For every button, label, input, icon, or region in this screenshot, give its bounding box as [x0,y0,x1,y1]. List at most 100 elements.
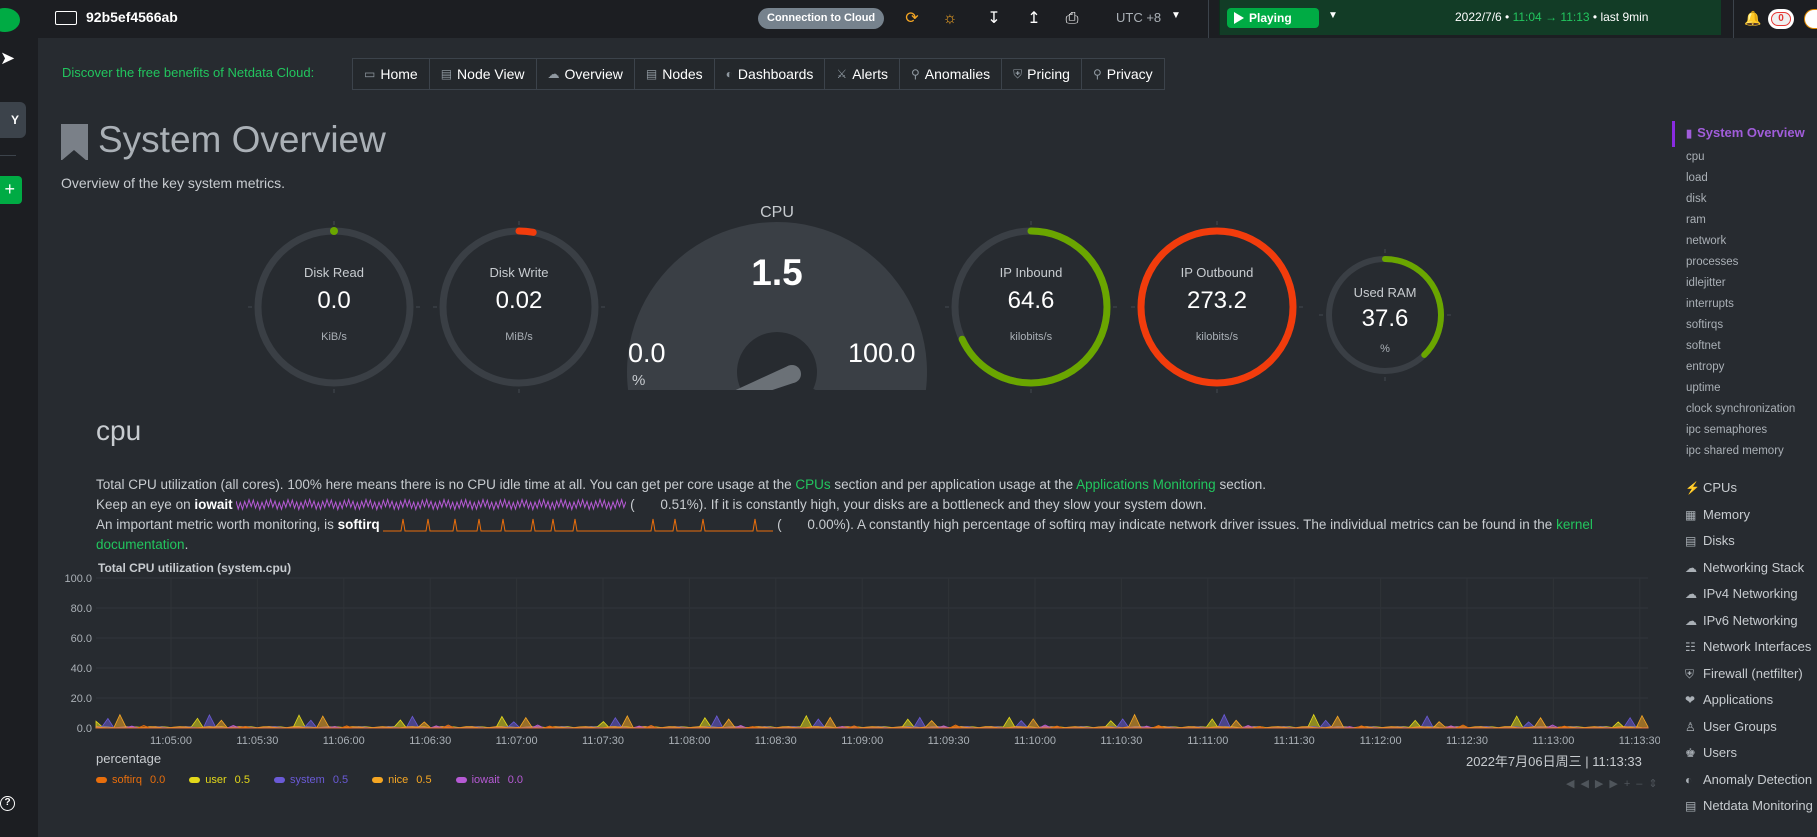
cpu-chart[interactable]: 100.0 80.0 60.0 40.0 20.0 0.0 11:05:00 11:05:3… [60,572,1660,750]
cpus-link[interactable]: CPUs [795,477,830,492]
chevron-down-icon[interactable]: ▼ [1328,10,1338,21]
legend-item-user[interactable]: user 0.5 [189,774,250,786]
dial-label: Used RAM [1353,285,1417,300]
sidebar-section-network-interfaces[interactable]: ☷ Network Interfaces [1685,639,1811,654]
sidebar-section-firewall-netfilter-[interactable]: ⛨ Firewall (netfilter) [1685,666,1803,682]
nav-item-dashboards[interactable]: ◐ Dashboards [715,59,826,89]
sync-icon[interactable]: ⟳ [902,9,922,29]
sidebar-section-label: Firewall (netfilter) [1703,665,1803,681]
download-icon[interactable]: ↧ [984,9,1004,29]
cpu-gauge[interactable]: CPU 1.5 0.0 100.0 % [612,200,932,390]
sidebar-section-ipv4-networking[interactable]: ☁ IPv4 Networking [1685,586,1798,601]
chevron-down-icon[interactable]: ▼ [1171,10,1181,21]
sidebar-section-label: Network Interfaces [1703,639,1812,654]
notification-badge[interactable]: 0 [1768,9,1794,29]
dial-ip-inbound[interactable]: IP Inbound 64.6 kilobits/s [945,221,1117,393]
sidebar-section-memory[interactable]: ▦ Memory [1685,507,1750,522]
expand-arrow-icon[interactable]: ➤ [0,48,15,68]
sidebar-section-netdata-monitoring[interactable]: ▤ Netdata Monitoring [1685,798,1813,813]
connection-to-cloud-button[interactable]: Connection to Cloud [758,8,885,29]
play-button[interactable]: Playing [1227,8,1319,28]
sidebar-item-ipc-shared-memory[interactable]: ipc shared memory [1686,445,1784,457]
sidebar-title[interactable]: ▮ System Overview [1686,125,1805,140]
nav-item-privacy[interactable]: ⚲ Privacy [1082,59,1164,89]
notification-count: 0 [1771,12,1791,26]
sidebar-section-networking-stack[interactable]: ☁ Networking Stack [1685,560,1804,575]
nav-item-pricing[interactable]: ⛨ Pricing [1002,59,1082,89]
dial-ip-outbound[interactable]: IP Outbound 273.2 kilobits/s [1131,221,1303,393]
sidebar-item-softnet[interactable]: softnet [1686,340,1721,352]
softirq-sparkline[interactable] [383,517,774,533]
dial-unit: KiB/s [321,331,347,343]
legend-item-nice[interactable]: nice 0.5 [372,774,432,786]
sidebar-section-applications[interactable]: ❤ Applications [1685,692,1773,707]
dial-used-ram[interactable]: Used RAM 37.6% [1319,249,1451,381]
alert-badge[interactable] [1804,9,1817,29]
applications-monitoring-link[interactable]: Applications Monitoring [1076,477,1216,492]
iowait-sparkline[interactable] [236,498,627,512]
kernel-link[interactable]: kernel [1556,517,1593,532]
range-suffix: • last 9min [1592,10,1649,24]
sidebar-item-interrupts[interactable]: interrupts [1686,298,1734,310]
sidebar-item-processes[interactable]: processes [1686,256,1738,268]
sidebar-item-uptime[interactable]: uptime [1686,382,1721,394]
legend-item-system[interactable]: system 0.5 [273,774,348,786]
bell-icon[interactable]: 🔔 [1744,10,1761,27]
legend-item-softirq[interactable]: softirq 0.0 [96,774,165,786]
sidebar-section-disks[interactable]: ▤ Disks [1685,533,1735,548]
legend-swatch [455,777,467,783]
help-icon[interactable]: ? [0,796,15,811]
lightbulb-icon[interactable]: ☼ [940,9,960,29]
nav-item-node-view[interactable]: ▤ Node View [430,59,537,89]
sidebar-section-anomaly-detection[interactable]: ◐ Anomaly Detection [1685,772,1812,787]
add-space-button[interactable]: + [0,176,22,204]
legend-item-iowait[interactable]: iowait 0.0 [455,774,524,786]
sidebar-item-clock-synchronization[interactable]: clock synchronization [1686,403,1795,415]
nav-item-anomalies[interactable]: ⚲ Anomalies [900,59,1003,89]
sidebar-section-user-groups[interactable]: ♙ User Groups [1685,719,1777,734]
sidebar-item-idlejitter[interactable]: idlejitter [1686,277,1726,289]
sidebar-item-ram[interactable]: ram [1686,214,1706,226]
nav-item-alerts[interactable]: ⚔ Alerts [825,59,900,89]
sidebar-item-entropy[interactable]: entropy [1686,361,1724,373]
nav-item-label: Dashboards [737,66,814,82]
upload-icon[interactable]: ↥ [1024,9,1044,29]
hostname[interactable]: 92b5ef4566ab [86,9,178,25]
bookmark-icon: ▮ [1686,128,1693,140]
chart-timestamp: 2022年7月06日周三 | 11:13:33 [1466,754,1642,769]
legend-value: 0.0 [507,774,524,786]
y-axis: 100.0 80.0 60.0 40.0 20.0 0.0 [64,573,92,735]
sidebar-item-load[interactable]: load [1686,172,1708,184]
nav-item-home[interactable]: ▭ Home [353,59,430,89]
dial-disk-read[interactable]: Disk Read 0.0 KiB/s [248,221,420,393]
dial-value: 0.02 [495,287,543,314]
dial-disk-write[interactable]: Disk Write 0.02 MiB/s [433,221,605,393]
sidebar-item-cpu[interactable]: cpu [1686,151,1705,163]
timezone-selector[interactable]: UTC +8 [1116,10,1161,25]
chart-controls[interactable]: ◀◀▶▶+–⇕ [1566,777,1664,790]
sidebar-item-ipc-semaphores[interactable]: ipc semaphores [1686,424,1767,436]
print-icon[interactable]: ⎙ [1062,9,1082,29]
y-tick-label: 100.0 [64,573,92,585]
space-button[interactable]: Y [0,102,26,138]
nav-item-nodes[interactable]: ▤ Nodes [635,59,715,89]
cloud-promo: Discover the free benefits of Netdata Cl… [62,65,315,80]
gauge-value: 1.5 [751,252,803,293]
dial-label: IP Inbound [999,265,1063,280]
netdata-logo[interactable] [0,8,20,32]
x-tick-label: 11:08:30 [755,735,797,747]
legend-swatch [96,777,107,783]
y-tick-label: 40.0 [71,663,92,675]
nav-bar: ▭ Home ▤ Node View ☁ Overview ▤ Nodes ◐ Dashboard… [352,58,1165,90]
sidebar-item-disk[interactable]: disk [1686,193,1706,205]
time-range[interactable]: 2022/7/6 • 11:04 → 11:13 • last 9min [1455,10,1648,24]
sidebar-item-network[interactable]: network [1686,235,1726,247]
sidebar-item-softirqs[interactable]: softirqs [1686,319,1723,331]
sidebar-section-ipv6-networking[interactable]: ☁ IPv6 Networking [1685,613,1798,628]
sidebar-section-users[interactable]: ♚ Users [1685,745,1737,760]
divider [1733,0,1734,38]
sidebar-section-cpus[interactable]: ⚡ CPUs [1685,480,1737,495]
nav-item-overview[interactable]: ☁ Overview [537,59,635,89]
nav-item-label: Home [380,66,418,82]
documentation-link[interactable]: documentation [96,537,185,552]
